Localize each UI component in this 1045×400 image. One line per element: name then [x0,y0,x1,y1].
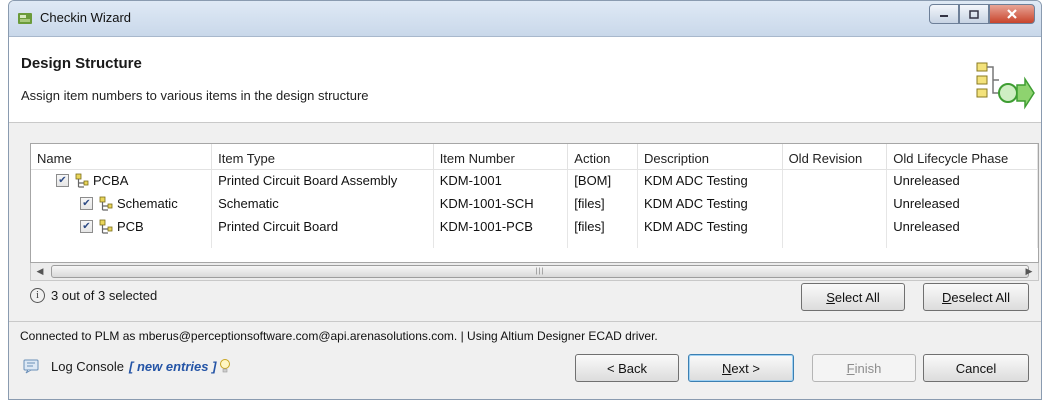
design-structure-grid: Name Item Type Item Number Action Descri… [31,144,1038,248]
empty-cell [211,238,434,248]
action-cell: [BOM] [567,169,638,192]
empty-cell [637,238,783,248]
info-icon: i [30,288,45,303]
finish-button[interactable]: Finish [812,354,916,382]
old-lifecycle-phase-cell: Unreleased [886,215,1038,238]
title-bar: Checkin Wizard [9,1,1041,37]
scrollbar-thumb[interactable]: ||| [51,265,1029,278]
scroll-left-icon[interactable]: ◀ [31,263,49,280]
column-header-action[interactable]: Action [567,144,638,170]
close-button[interactable] [989,4,1035,24]
deselect-all-button[interactable]: Deselect All [923,283,1029,311]
scroll-right-icon[interactable]: ▶ [1020,263,1038,280]
tree-node-icon [99,219,113,234]
selection-count-text: 3 out of 3 selected [51,288,158,303]
description-cell: KDM ADC Testing [637,192,783,215]
back-label: < Back [606,360,648,376]
close-icon [1007,9,1017,19]
tree-node: ✔ Schematic [37,196,211,212]
window-controls [929,4,1035,26]
tree-node-icon [75,173,89,188]
item-number-cell[interactable]: KDM-1001-PCB [433,215,569,238]
row-checkbox[interactable]: ✔ [56,174,69,188]
description-cell: KDM ADC Testing [637,215,783,238]
column-header-old-lifecycle-phase[interactable]: Old Lifecycle Phase [886,144,1038,170]
connection-status: Connected to PLM as mberus@perceptionsof… [20,329,658,343]
column-header-name[interactable]: Name [31,144,213,170]
horizontal-scrollbar[interactable]: ◀ ||| ▶ [30,263,1039,281]
next-label: Next > [722,360,760,376]
empty-cell [31,238,213,248]
node-name: Schematic [117,196,178,211]
action-cell: [files] [567,192,638,215]
new-entries-link[interactable]: [ new entries ] [129,359,216,374]
finish-label: Finish [846,360,882,376]
structure-arrow-icon [976,62,1035,110]
checkin-wizard-window: Checkin Wizard Design Structure Assign i… [8,0,1042,400]
cancel-label: Cancel [955,360,997,376]
next-button[interactable]: Next > [688,354,794,382]
item-number-cell[interactable]: KDM-1001 [433,169,569,192]
old-revision-cell [782,169,888,192]
tree-node: ✔ PCBA [37,173,211,189]
empty-cell [782,238,888,248]
node-name: PCB [117,219,144,234]
design-structure-table: Name Item Type Item Number Action Descri… [30,143,1039,263]
old-lifecycle-phase-cell: Unreleased [886,192,1038,215]
item-number-cell[interactable]: KDM-1001-SCH [433,192,569,215]
deselect-all-label: Deselect All [942,289,1010,305]
log-console-icon [23,359,39,374]
name-cell: ✔ Schematic [31,192,213,215]
old-revision-cell [782,192,888,215]
maximize-icon [969,9,979,19]
column-header-item-type[interactable]: Item Type [211,144,434,170]
maximize-button[interactable] [959,4,989,24]
action-cell: [files] [567,215,638,238]
description-cell: KDM ADC Testing [637,169,783,192]
log-console-link[interactable]: Log Console [ new entries ] [23,358,231,374]
name-cell: ✔ PCB [31,215,213,238]
log-console-label: Log Console [51,358,124,374]
cancel-button[interactable]: Cancel [923,354,1029,382]
name-cell: ✔ PCBA [31,169,213,192]
table-row[interactable]: ✔ Schematic Schematic KDM-1001-SCH [file… [31,192,1038,215]
column-header-description[interactable]: Description [637,144,783,170]
item-type-cell: Printed Circuit Board Assembly [211,169,434,192]
wizard-app-icon [18,13,32,24]
table-row[interactable]: ✔ PCBA Printed Circuit Board Assembly KD… [31,169,1038,192]
minimize-button[interactable] [929,4,959,24]
column-header-item-number[interactable]: Item Number [433,144,569,170]
selection-status: i 3 out of 3 selected [30,288,157,303]
old-lifecycle-phase-cell: Unreleased [886,169,1038,192]
page-title: Design Structure [21,55,142,72]
back-button[interactable]: < Back [575,354,679,382]
row-checkbox[interactable]: ✔ [80,220,93,233]
tree-node: ✔ PCB [37,219,211,235]
window-title: Checkin Wizard [40,10,132,25]
node-name: PCBA [93,173,129,189]
minimize-icon [940,15,948,17]
item-type-cell: Schematic [211,192,434,215]
column-header-old-revision[interactable]: Old Revision [782,144,888,170]
old-revision-cell [782,215,888,238]
table-header-row: Name Item Type Item Number Action Descri… [31,144,1038,170]
table-row[interactable]: ✔ PCB Printed Circuit Board KDM-1001-PCB… [31,215,1038,238]
select-all-label: Select All [826,289,880,305]
empty-cell [433,238,569,248]
wizard-header: Design Structure Assign item numbers to … [9,37,1041,123]
lightbulb-icon [220,359,231,373]
item-type-cell: Printed Circuit Board [211,215,434,238]
footer-divider [9,321,1041,322]
page-description: Assign item numbers to various items in … [21,88,369,103]
tree-node-icon [99,196,113,211]
select-all-button[interactable]: Select All [801,283,905,311]
empty-cell [567,238,638,248]
empty-cell [886,238,1038,248]
row-checkbox[interactable]: ✔ [80,197,93,210]
empty-row [31,238,1038,248]
